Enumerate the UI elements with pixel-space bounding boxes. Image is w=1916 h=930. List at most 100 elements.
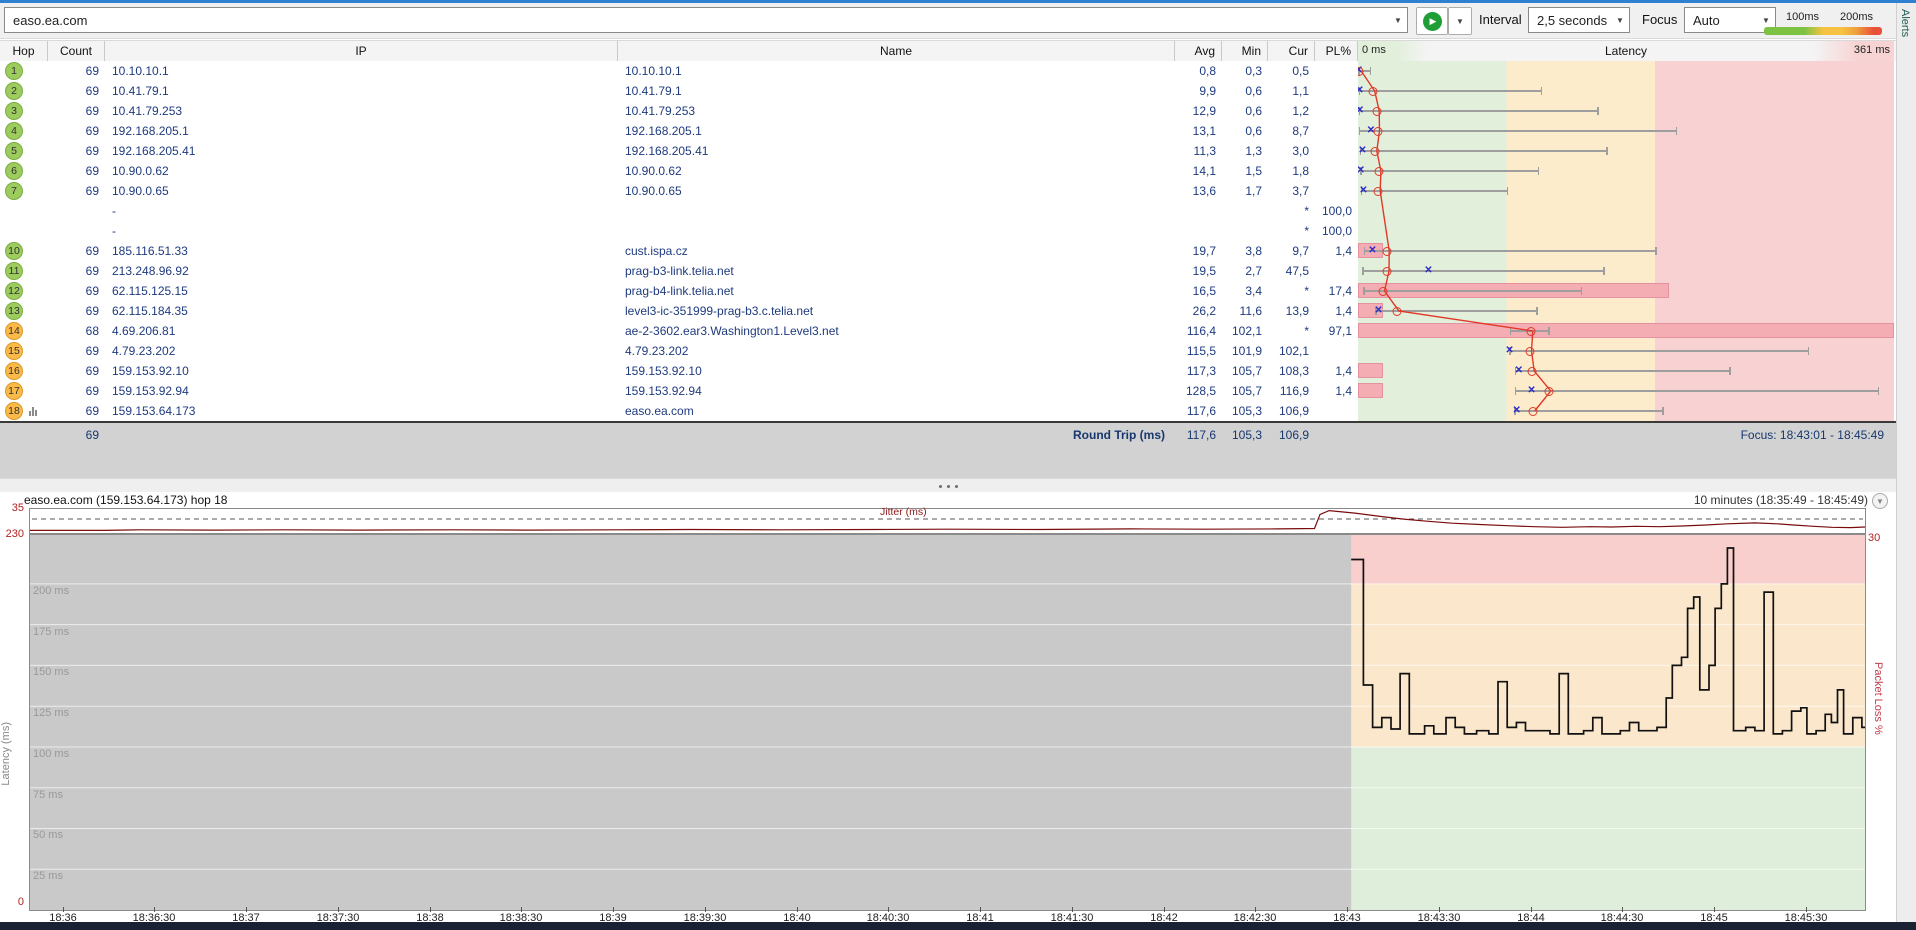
latency-graph-cell: ✕ [1358,261,1894,281]
pl-cell [1315,401,1358,421]
col-header-name[interactable]: Name [618,41,1175,61]
current-latency-marker: ✕ [1424,264,1432,278]
table-row[interactable]: 76910.90.0.6510.90.0.6513,61,73,7✕ [0,181,1896,201]
table-row[interactable]: 136962.115.184.35level3-ic-351999-prag-b… [0,301,1896,321]
table-row[interactable]: 1869159.153.64.173easo.ea.com117,6105,31… [0,401,1896,421]
hop-cell [0,221,48,241]
focus-select[interactable]: Auto ▼ [1684,7,1776,33]
rt-cur: 106,9 [1268,425,1315,445]
cur-cell: 8,7 [1268,121,1315,141]
timeline-pane: easo.ea.com (159.153.64.173) hop 18 10 m… [0,492,1896,922]
cur-cell: 106,9 [1268,401,1315,421]
hop-cell: 17 [0,381,48,401]
table-row[interactable]: 14684.69.206.81ae-2-3602.ear3.Washington… [0,321,1896,341]
count-cell: 69 [48,401,105,421]
col-header-count[interactable]: Count [48,41,105,61]
alerts-side-tab[interactable]: Alerts [1896,3,1916,930]
legend-100ms-label: 100ms [1786,11,1819,23]
name-cell: 10.90.0.62 [618,161,1175,181]
table-row[interactable]: -*100,0 [0,221,1896,241]
rt-avg: 117,6 [1175,425,1222,445]
hop-badge: 17 [5,382,23,400]
average-latency-marker [1373,107,1382,116]
hop-cell: 10 [0,241,48,261]
col-header-ip[interactable]: IP [105,41,618,61]
latency-graph-cell: ✕ [1358,301,1894,321]
range-max-tick [1603,267,1605,275]
splitter-grip-icon [939,485,942,488]
timeline-range-selector[interactable]: 10 minutes (18:35:49 - 18:45:49) [1694,493,1868,507]
col-header-min[interactable]: Min [1222,41,1268,61]
min-cell: 102,1 [1222,321,1268,341]
target-dropdown-icon[interactable]: ▼ [1389,16,1407,25]
avg-cell [1175,221,1222,241]
latency-graph-cell [1358,221,1894,241]
table-row[interactable]: 469192.168.205.1192.168.205.113,10,68,7✕ [0,121,1896,141]
col-header-pl[interactable]: PL% [1315,41,1358,61]
count-cell [48,201,105,221]
table-row[interactable]: 1169213.248.96.92prag-b3-link.telia.net1… [0,261,1896,281]
trace-table-header: Hop Count IP Name Avg Min Cur PL% 0 ms L… [0,40,1896,62]
current-latency-marker: ✕ [1505,344,1513,358]
avg-cell: 14,1 [1175,161,1222,181]
latency-graph-header: 0 ms Latency 361 ms [1358,41,1894,61]
timeline-plot[interactable] [29,534,1866,911]
cur-cell: 47,5 [1268,261,1315,281]
range-max-tick [1507,187,1509,195]
name-cell: 159.153.92.10 [618,361,1175,381]
round-trip-label: Round Trip (ms) [618,425,1175,445]
avg-cell: 19,7 [1175,241,1222,261]
min-cell: 0,6 [1222,81,1268,101]
count-cell: 68 [48,321,105,341]
start-options-dropdown[interactable]: ▼ [1448,7,1472,35]
table-row[interactable]: 26910.41.79.110.41.79.19,90,61,1✕ [0,81,1896,101]
latency-range-bar [1363,290,1581,292]
gridline-label: 75 ms [33,789,63,801]
hop-badge: 6 [5,162,23,180]
table-row[interactable]: 569192.168.205.41192.168.205.4111,31,33,… [0,141,1896,161]
table-row[interactable]: 1769159.153.92.94159.153.92.94128,5105,7… [0,381,1896,401]
average-latency-marker [1373,127,1382,136]
range-max-tick [1581,287,1583,295]
start-trace-button[interactable]: ▶ [1416,7,1448,35]
gridline-label: 175 ms [33,626,69,638]
target-address-input[interactable]: easo.ea.com ▼ [4,7,1408,33]
table-row[interactable]: 1069185.116.51.33cust.ispa.cz19,73,89,71… [0,241,1896,261]
average-latency-marker [1370,147,1379,156]
hop-cell: 4 [0,121,48,141]
name-cell: 159.153.92.94 [618,381,1175,401]
avg-cell: 115,5 [1175,341,1222,361]
hop-cell: 5 [0,141,48,161]
table-row[interactable]: 66910.90.0.6210.90.0.6214,11,51,8✕ [0,161,1896,181]
table-row[interactable]: 126962.115.125.15prag-b4-link.telia.net1… [0,281,1896,301]
col-header-hop[interactable]: Hop [0,41,48,61]
ip-cell: 213.248.96.92 [105,261,618,281]
avg-cell: 9,9 [1175,81,1222,101]
table-row[interactable]: 15694.79.23.2024.79.23.202115,5101,9102,… [0,341,1896,361]
latency-graph-cell: ✕ [1358,161,1894,181]
timeline-title: easo.ea.com (159.153.64.173) hop 18 [24,493,227,507]
pl-cell [1315,141,1358,161]
table-row[interactable]: 1669159.153.92.10159.153.92.10117,3105,7… [0,361,1896,381]
target-address-value: easo.ea.com [5,13,1389,28]
latency-graph-cell: ✕ [1358,381,1894,401]
gridline-label: 25 ms [33,870,63,882]
col-header-avg[interactable]: Avg [1175,41,1222,61]
latency-graph-cell: ✕ [1358,181,1894,201]
interval-select[interactable]: 2,5 seconds ▼ [1528,7,1630,33]
ip-cell: - [105,221,618,241]
table-row[interactable]: 36910.41.79.25310.41.79.25312,90,61,2✕ [0,101,1896,121]
current-latency-marker: ✕ [1358,144,1366,158]
cur-cell: 1,2 [1268,101,1315,121]
chevron-down-icon[interactable]: ▼ [1872,493,1888,509]
average-latency-marker [1374,167,1383,176]
latency-graph-cell: ✕ [1358,81,1894,101]
current-latency-marker: ✕ [1527,384,1535,398]
name-cell: 10.90.0.65 [618,181,1175,201]
cur-cell: * [1268,321,1315,341]
table-row[interactable]: 16910.10.10.110.10.10.10,80,30,5✕ [0,61,1896,81]
col-header-cur[interactable]: Cur [1268,41,1315,61]
cur-cell: * [1268,201,1315,221]
table-row[interactable]: -*100,0 [0,201,1896,221]
avg-cell: 13,6 [1175,181,1222,201]
